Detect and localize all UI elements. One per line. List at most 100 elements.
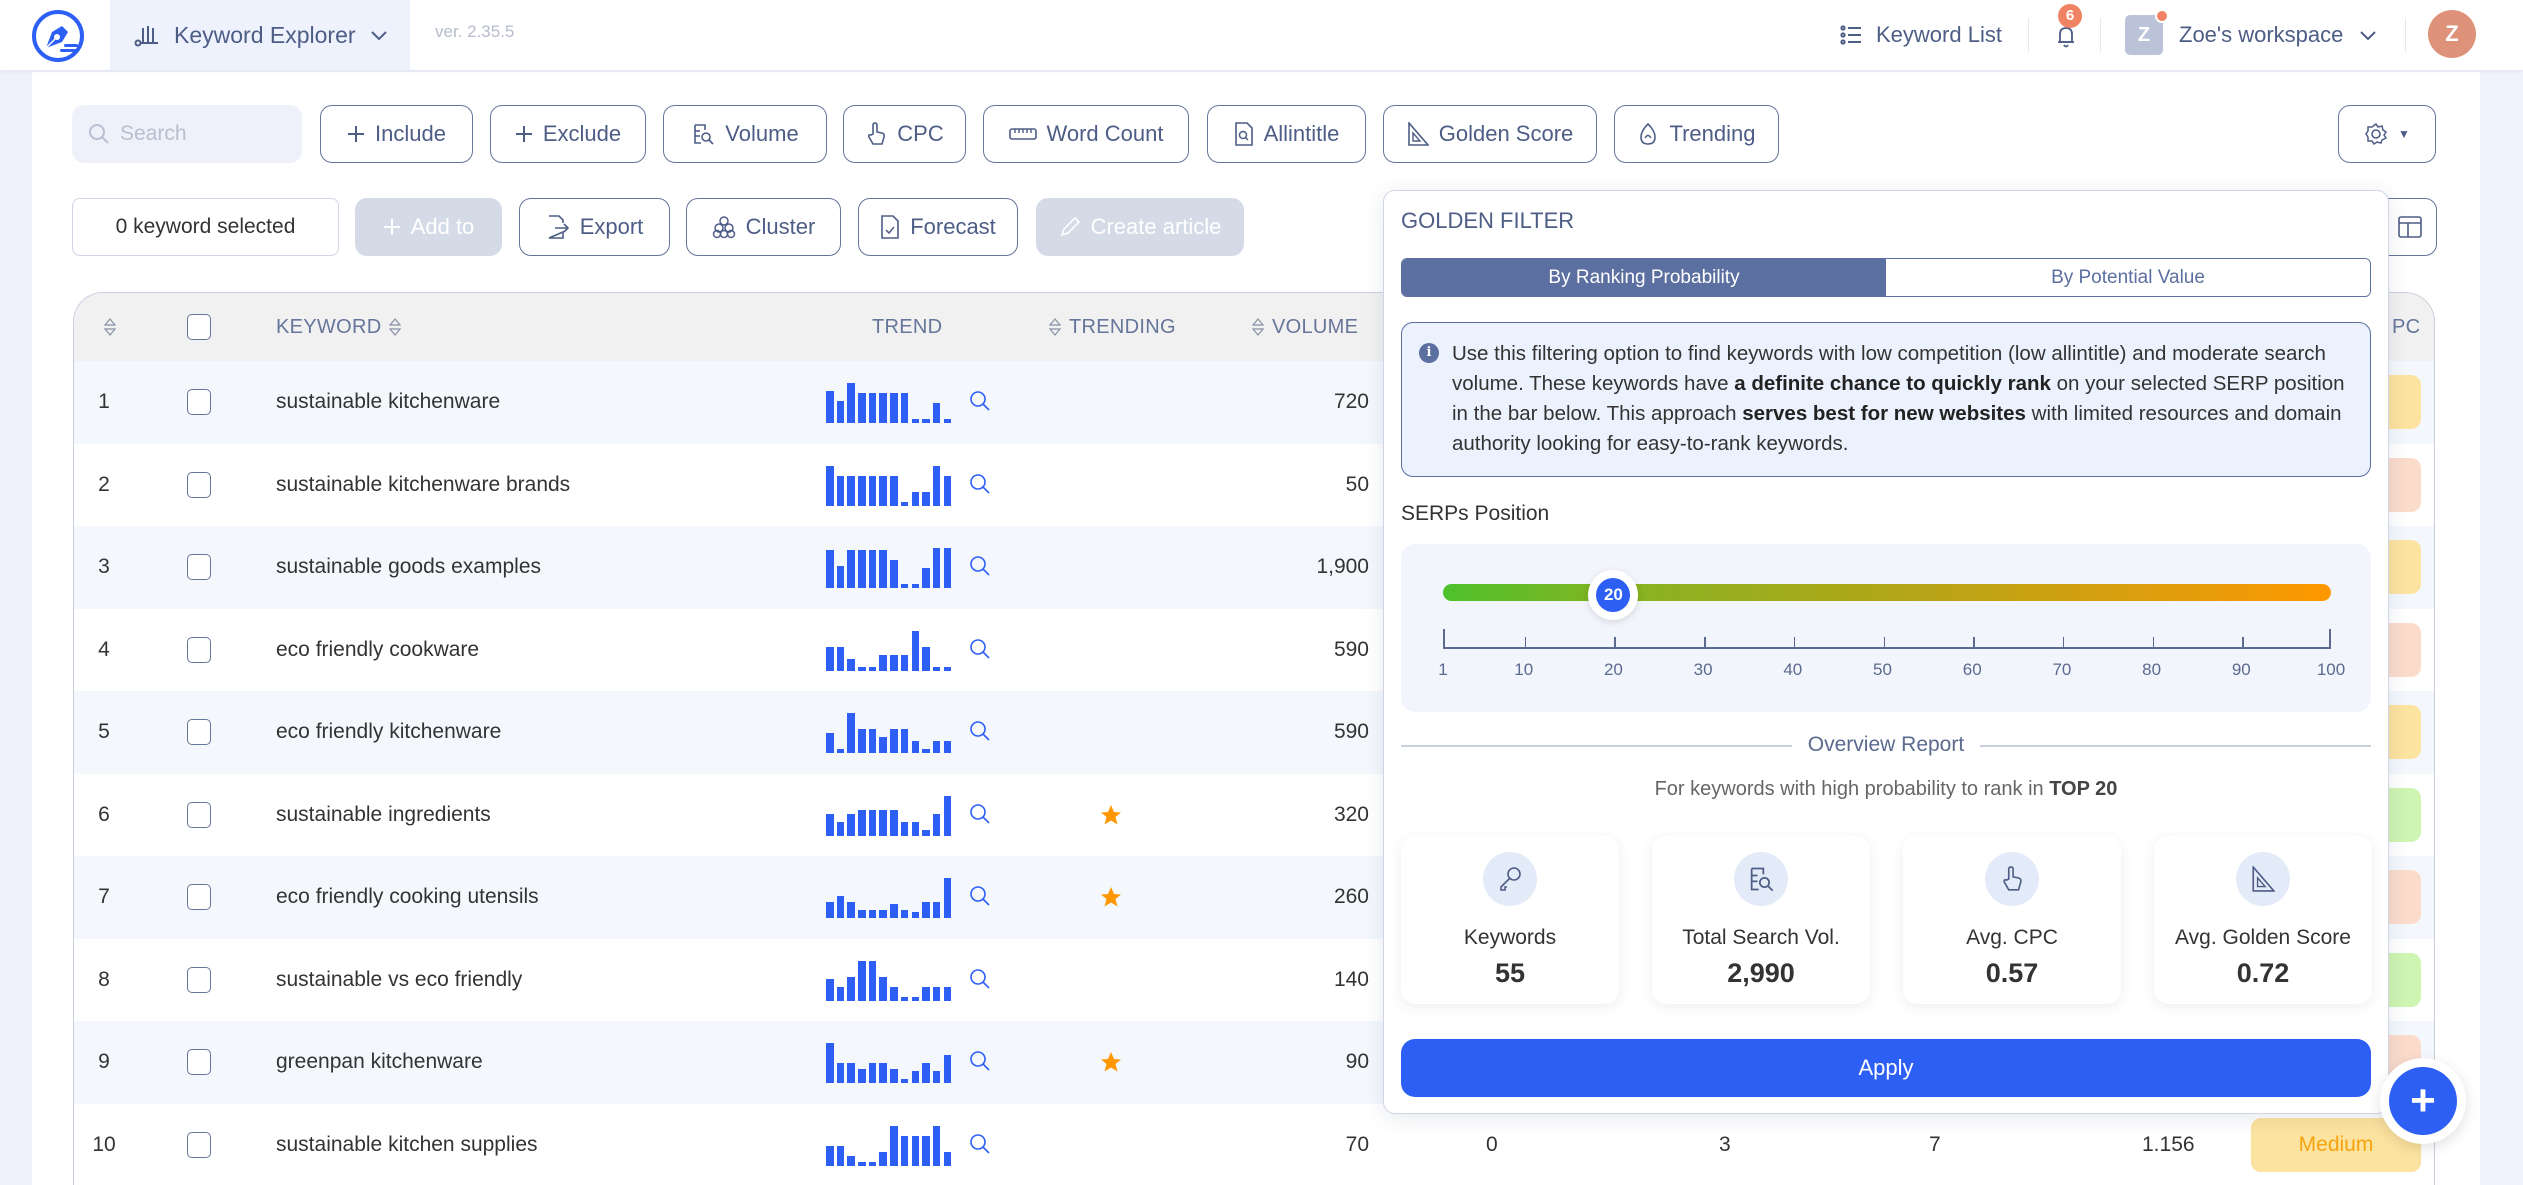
trend-bar xyxy=(932,902,941,919)
export-button[interactable]: Export xyxy=(519,198,670,256)
row-checkbox[interactable] xyxy=(187,361,211,444)
column-keyword[interactable]: KEYWORD xyxy=(276,293,402,361)
apply-button[interactable]: Apply xyxy=(1401,1039,2371,1097)
row-checkbox[interactable] xyxy=(187,1104,211,1185)
keyword-text[interactable]: sustainable kitchenware xyxy=(276,361,500,444)
column-volume[interactable]: VOLUME xyxy=(1252,293,1358,361)
column-trending[interactable]: TRENDING xyxy=(1049,293,1176,361)
app-logo-icon[interactable] xyxy=(30,8,86,64)
trending-filter-button[interactable]: Trending xyxy=(1614,105,1779,163)
keyword-text[interactable]: sustainable goods examples xyxy=(276,526,541,609)
row-checkbox[interactable] xyxy=(187,939,211,1022)
keyword-text[interactable]: sustainable vs eco friendly xyxy=(276,939,522,1022)
volume-filter-button[interactable]: Volume xyxy=(663,105,827,163)
search-input[interactable] xyxy=(120,122,280,146)
divider xyxy=(2028,18,2029,52)
slider-value: 20 xyxy=(1596,578,1631,612)
tab-by-ranking-probability[interactable]: By Ranking Probability xyxy=(1402,259,1886,296)
stat-label: Avg. CPC xyxy=(1966,926,2058,949)
trend-sparkline xyxy=(826,774,952,857)
row-checkbox[interactable] xyxy=(187,774,211,857)
trend-search-icon[interactable] xyxy=(969,774,991,857)
keyword-text[interactable]: sustainable kitchenware brands xyxy=(276,444,570,527)
row-checkbox[interactable] xyxy=(187,856,211,939)
table-row[interactable]: 10 sustainable kitchen supplies 70 0 3 7 1.156… xyxy=(74,1104,2434,1185)
trend-search-icon[interactable] xyxy=(969,1021,991,1104)
column-cpc[interactable]: PC xyxy=(2392,293,2420,361)
trend-search-icon[interactable] xyxy=(969,609,991,692)
select-all-checkbox[interactable] xyxy=(187,293,211,361)
row-checkbox[interactable] xyxy=(187,691,211,774)
create-article-button[interactable]: Create article xyxy=(1036,198,1244,256)
forecast-button[interactable]: Forecast xyxy=(858,198,1018,256)
include-filter-button[interactable]: Include xyxy=(320,105,473,163)
trend-bar xyxy=(847,713,855,754)
trend-bar xyxy=(836,986,845,1001)
row-checkbox[interactable] xyxy=(187,609,211,692)
trend-search-icon[interactable] xyxy=(969,1104,991,1185)
volume-value: 260 xyxy=(1333,885,1369,909)
trend-bar xyxy=(900,821,909,836)
exclude-filter-button[interactable]: Exclude xyxy=(490,105,646,163)
keyword-text[interactable]: greenpan kitchenware xyxy=(276,1021,483,1104)
keyword-text[interactable]: eco friendly cookware xyxy=(276,609,479,692)
workspace-switcher[interactable]: Z Zoe's workspace xyxy=(2125,0,2377,70)
trend-search-icon[interactable] xyxy=(969,444,991,527)
trend-sparkline xyxy=(826,444,952,527)
slider-tick xyxy=(1883,637,1885,647)
trend-bar xyxy=(922,749,930,754)
tab-by-potential-value[interactable]: By Potential Value xyxy=(1886,259,2370,296)
row-checkbox[interactable] xyxy=(187,1021,211,1104)
slider-tick xyxy=(2062,637,2065,647)
trend-search-icon[interactable] xyxy=(969,856,991,939)
trend-bar xyxy=(879,550,887,589)
trend-search-icon[interactable] xyxy=(969,691,991,774)
floating-add-button[interactable]: + xyxy=(2380,1058,2466,1144)
chevron-down-icon xyxy=(2359,29,2377,41)
search-field[interactable] xyxy=(72,105,302,163)
slider-tick-label: 20 xyxy=(1603,660,1623,679)
keyword-text[interactable]: sustainable ingredients xyxy=(276,774,491,857)
settings-dropdown-button[interactable]: ▼ xyxy=(2338,105,2436,163)
volume-value: 140 xyxy=(1333,967,1369,991)
trend-bar xyxy=(847,475,855,506)
app-switcher[interactable]: Keyword Explorer xyxy=(110,0,410,70)
serp-position-label: SERPs Position xyxy=(1401,502,1550,525)
allintitle-filter-button[interactable]: Allintitle xyxy=(1207,105,1366,163)
keyword-text[interactable]: sustainable kitchen supplies xyxy=(276,1104,538,1185)
search-icon xyxy=(88,123,110,145)
stat-card-avg-cpc: Avg. CPC 0.57 xyxy=(1903,836,2121,1004)
trend-search-icon[interactable] xyxy=(969,526,991,609)
trend-bar xyxy=(932,741,941,754)
trend-bar xyxy=(900,654,909,671)
trend-search-icon[interactable] xyxy=(969,361,991,444)
volume-value: 50 xyxy=(1345,472,1369,496)
row-index: 10 xyxy=(92,1132,116,1156)
row-checkbox[interactable] xyxy=(187,444,211,527)
trend-bar xyxy=(879,654,887,671)
pencil-icon xyxy=(1059,216,1081,238)
app-name: Keyword Explorer xyxy=(174,21,356,48)
trend-search-icon[interactable] xyxy=(969,939,991,1022)
trend-bar xyxy=(890,1069,898,1084)
sort-index-button[interactable] xyxy=(104,293,116,361)
add-to-button[interactable]: Add to xyxy=(355,198,502,256)
trend-bar xyxy=(826,646,834,671)
keyword-text[interactable]: eco friendly kitchenware xyxy=(276,691,501,774)
word-count-filter-button[interactable]: Word Count xyxy=(983,105,1189,163)
trend-bar xyxy=(943,878,952,919)
slider-scale xyxy=(1443,629,2331,649)
golden-score-filter-button[interactable]: Golden Score xyxy=(1383,105,1597,163)
cpc-filter-button[interactable]: CPC xyxy=(843,105,966,163)
user-avatar[interactable]: Z xyxy=(2428,10,2476,58)
trend-bar xyxy=(932,548,941,589)
workspace-avatar: Z xyxy=(2125,9,2169,55)
trend-bar xyxy=(868,960,877,1001)
keyword-text[interactable]: eco friendly cooking utensils xyxy=(276,856,539,939)
row-checkbox[interactable] xyxy=(187,526,211,609)
cluster-button[interactable]: Cluster xyxy=(686,198,841,256)
slider-track[interactable] xyxy=(1443,584,2331,601)
trend-bar xyxy=(879,737,887,754)
keyword-list-button[interactable]: Keyword List xyxy=(1840,0,2002,70)
slider-thumb[interactable]: 20 xyxy=(1588,570,1639,620)
